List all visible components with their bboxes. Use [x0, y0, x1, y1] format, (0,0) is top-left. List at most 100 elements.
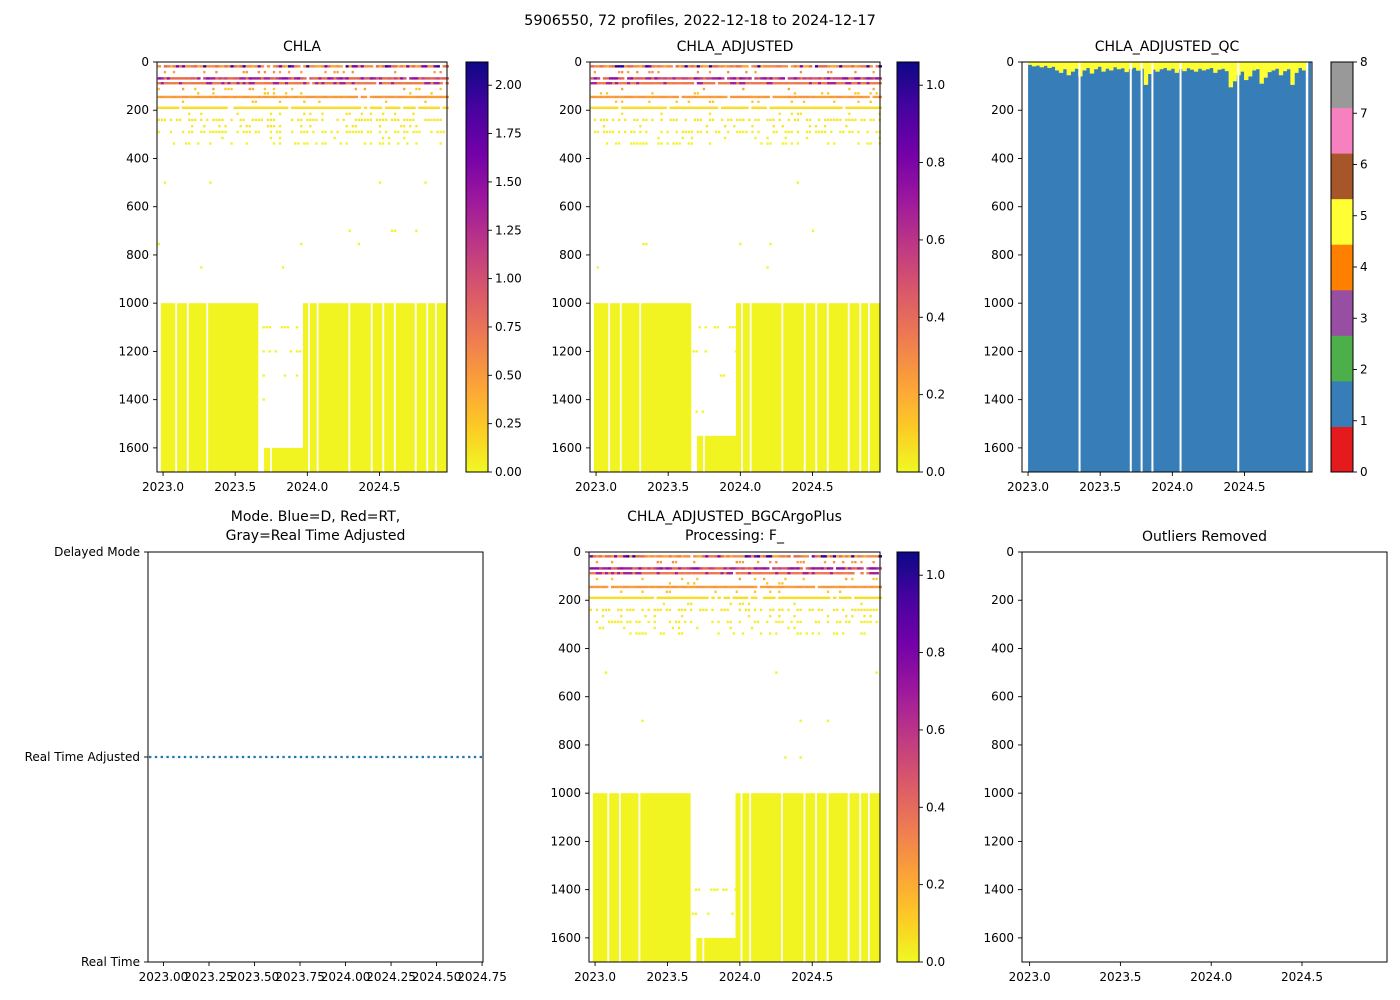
svg-text:2024.5: 2024.5 [358, 480, 400, 494]
svg-text:4: 4 [1360, 260, 1368, 274]
svg-text:0.8: 0.8 [926, 156, 945, 170]
svg-text:600: 600 [126, 200, 149, 214]
svg-text:3: 3 [1360, 311, 1368, 325]
svg-text:2023.0: 2023.0 [1009, 970, 1051, 984]
svg-text:0: 0 [141, 55, 149, 69]
svg-text:1400: 1400 [551, 393, 582, 407]
svg-text:200: 200 [991, 103, 1014, 117]
svg-text:2023.50: 2023.50 [230, 970, 280, 984]
svg-text:Real Time Adjusted: Real Time Adjusted [25, 750, 140, 764]
bgcargoplus-colorbar: 1.00.80.60.40.20.0 [895, 548, 959, 996]
svg-text:1400: 1400 [118, 393, 149, 407]
svg-text:1200: 1200 [983, 834, 1014, 848]
svg-text:2024.50: 2024.50 [412, 970, 462, 984]
svg-text:0: 0 [1006, 545, 1014, 559]
subplot-title-outliers-removed: Outliers Removed [1022, 528, 1387, 547]
svg-text:600: 600 [559, 200, 582, 214]
svg-text:1400: 1400 [983, 393, 1014, 407]
figure-title: 5906550, 72 profiles, 2022-12-18 to 2024… [0, 13, 1400, 29]
svg-text:2023.0: 2023.0 [1007, 480, 1049, 494]
svg-text:0.2: 0.2 [926, 388, 945, 402]
svg-text:0.75: 0.75 [495, 320, 522, 334]
svg-text:1200: 1200 [551, 344, 582, 358]
svg-text:2.00: 2.00 [495, 78, 522, 92]
svg-text:2024.75: 2024.75 [457, 970, 507, 984]
svg-text:800: 800 [558, 738, 581, 752]
svg-text:800: 800 [991, 738, 1014, 752]
svg-text:7: 7 [1360, 106, 1368, 120]
svg-text:2023.0: 2023.0 [575, 480, 617, 494]
svg-text:400: 400 [991, 641, 1014, 655]
subplot-title-chla-adjusted: CHLA_ADJUSTED [590, 38, 880, 57]
svg-text:1200: 1200 [983, 344, 1014, 358]
svg-text:1000: 1000 [983, 296, 1014, 310]
svg-text:0.4: 0.4 [926, 800, 945, 814]
mode-plot: Delayed ModeReal Time AdjustedReal Time2… [10, 546, 520, 1000]
svg-text:2023.5: 2023.5 [1099, 970, 1141, 984]
chla-adjusted-qc-plot: 2023.02023.52024.02024.50200400600800100… [952, 56, 1320, 506]
svg-text:0.6: 0.6 [926, 233, 945, 247]
svg-text:0.8: 0.8 [926, 646, 945, 660]
svg-text:1600: 1600 [550, 931, 581, 945]
svg-text:0: 0 [574, 55, 582, 69]
svg-text:0.25: 0.25 [495, 417, 522, 431]
svg-text:2024.5: 2024.5 [791, 480, 833, 494]
chla-adjusted-heatmap-plot: 2023.02023.52024.02024.50200400600800100… [520, 56, 888, 506]
svg-text:200: 200 [126, 103, 149, 117]
svg-text:2024.00: 2024.00 [321, 970, 371, 984]
svg-text:2023.00: 2023.00 [139, 970, 189, 984]
svg-text:2023.75: 2023.75 [275, 970, 325, 984]
svg-text:1600: 1600 [983, 441, 1014, 455]
subplot-title-chla: CHLA [157, 38, 447, 57]
svg-text:0: 0 [1006, 55, 1014, 69]
svg-text:Delayed Mode: Delayed Mode [54, 545, 140, 559]
svg-text:5: 5 [1360, 209, 1368, 223]
svg-text:2024.5: 2024.5 [1223, 480, 1265, 494]
svg-text:600: 600 [991, 690, 1014, 704]
svg-text:200: 200 [558, 593, 581, 607]
svg-text:Real Time: Real Time [81, 955, 140, 969]
chla-adjusted-colorbar: 1.00.80.60.40.20.0 [895, 58, 959, 506]
subplot-title-bgcargoplus: CHLA_ADJUSTED_BGCArgoPlus Processing: F_ [589, 508, 880, 546]
svg-text:1400: 1400 [550, 883, 581, 897]
svg-text:2024.0: 2024.0 [1190, 970, 1232, 984]
subplot-title-mode: Mode. Blue=D, Red=RT, Gray=Real Time Adj… [148, 508, 483, 546]
svg-text:0: 0 [1360, 465, 1368, 479]
svg-text:0.2: 0.2 [926, 878, 945, 892]
svg-text:1000: 1000 [118, 296, 149, 310]
svg-text:2024.25: 2024.25 [366, 970, 416, 984]
svg-text:1200: 1200 [550, 834, 581, 848]
svg-text:1600: 1600 [551, 441, 582, 455]
svg-text:2023.5: 2023.5 [214, 480, 256, 494]
svg-text:800: 800 [991, 248, 1014, 262]
svg-text:2023.5: 2023.5 [646, 970, 688, 984]
svg-text:400: 400 [558, 641, 581, 655]
svg-text:1600: 1600 [983, 931, 1014, 945]
svg-text:8: 8 [1360, 55, 1368, 69]
subplot-title-chla-adjusted-qc: CHLA_ADJUSTED_QC [1022, 38, 1312, 57]
svg-text:0: 0 [573, 545, 581, 559]
svg-text:0.0: 0.0 [926, 955, 945, 969]
svg-text:800: 800 [559, 248, 582, 262]
svg-text:400: 400 [126, 151, 149, 165]
qc-flag-colorbar: 876543210 [1329, 58, 1393, 506]
svg-text:2023.0: 2023.0 [574, 970, 616, 984]
svg-text:1000: 1000 [551, 296, 582, 310]
svg-text:2024.0: 2024.0 [286, 480, 328, 494]
svg-text:2023.5: 2023.5 [1079, 480, 1121, 494]
svg-text:0.50: 0.50 [495, 368, 522, 382]
svg-text:0.00: 0.00 [495, 465, 522, 479]
svg-text:1.0: 1.0 [926, 568, 945, 582]
svg-text:2024.0: 2024.0 [719, 970, 761, 984]
svg-text:1600: 1600 [118, 441, 149, 455]
svg-text:0.4: 0.4 [926, 310, 945, 324]
svg-text:800: 800 [126, 248, 149, 262]
svg-text:2023.25: 2023.25 [184, 970, 234, 984]
svg-text:1.75: 1.75 [495, 127, 522, 141]
svg-text:2024.5: 2024.5 [1281, 970, 1323, 984]
svg-text:1000: 1000 [550, 786, 581, 800]
bgcargoplus-heatmap-plot: 2023.02023.52024.02024.50200400600800100… [519, 546, 888, 996]
svg-text:1: 1 [1360, 414, 1368, 428]
svg-text:2: 2 [1360, 363, 1368, 377]
svg-text:1400: 1400 [983, 883, 1014, 897]
